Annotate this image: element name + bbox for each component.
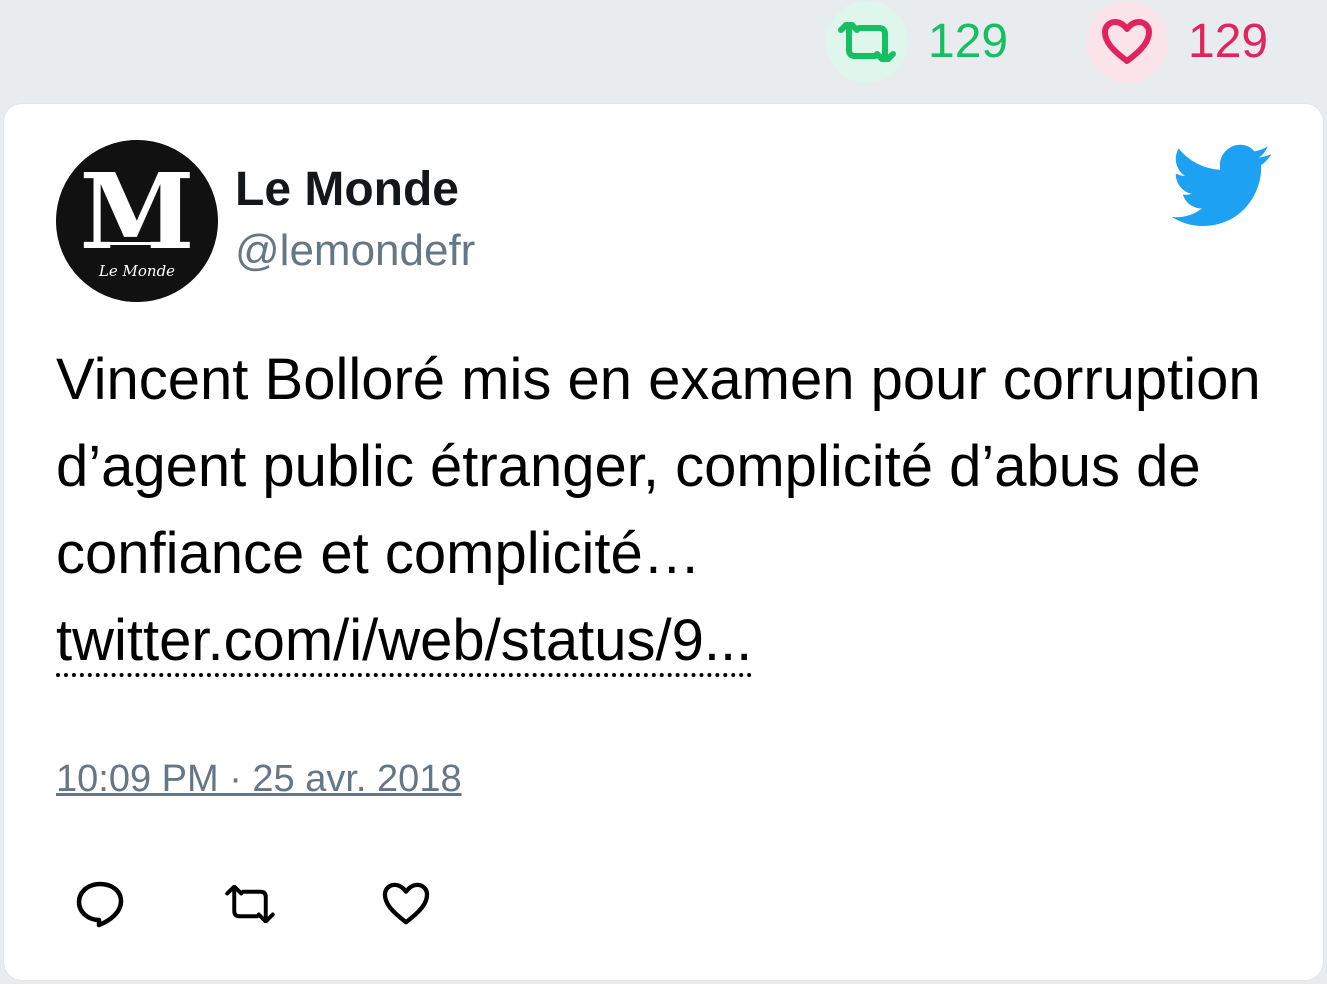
heart-icon[interactable]: [1086, 1, 1168, 83]
retweet-icon[interactable]: [826, 1, 908, 83]
like-stat[interactable]: 129: [1086, 0, 1268, 84]
svg-text:M: M: [79, 150, 194, 273]
reply-icon[interactable]: [72, 876, 128, 932]
author-handle[interactable]: @lemondefr: [235, 229, 475, 273]
author-name[interactable]: Le Monde: [235, 166, 459, 214]
tweet-timestamp[interactable]: 10:09 PM · 25 avr. 2018: [56, 760, 462, 798]
twitter-bird-icon[interactable]: [1171, 144, 1272, 228]
retweet-action-icon[interactable]: [222, 876, 278, 932]
retweet-stat[interactable]: 129: [826, 0, 1008, 84]
tweet-text: Vincent Bolloré mis en examen pour corru…: [56, 336, 1276, 684]
like-count: 129: [1188, 15, 1269, 68]
like-icon[interactable]: [378, 876, 434, 932]
engagement-bar: 129 129: [0, 0, 1327, 100]
tweet-card: M Le Monde Le Monde @lemondefr Vincent B…: [4, 104, 1323, 980]
tweet-body: Vincent Bolloré mis en examen pour corru…: [56, 347, 1261, 586]
avatar[interactable]: M Le Monde: [56, 140, 218, 302]
le-monde-logo: M Le Monde: [56, 140, 218, 302]
svg-text:Le Monde: Le Monde: [98, 262, 175, 280]
retweet-count: 129: [928, 15, 1009, 68]
tweet-link[interactable]: twitter.com/i/web/status/9...: [56, 608, 753, 677]
